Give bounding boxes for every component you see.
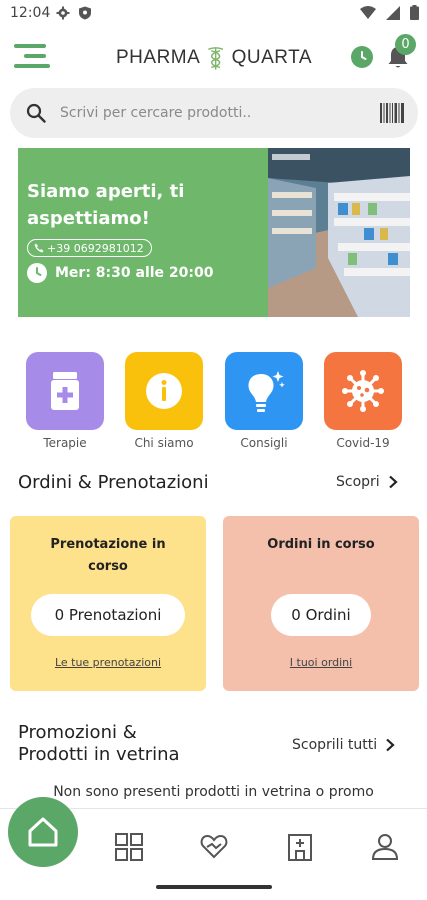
orders-card-title: Ordini in corso xyxy=(267,537,375,552)
home-icon xyxy=(28,817,58,847)
promo-title-line1: Promozioni & xyxy=(18,722,137,743)
search-icon[interactable] xyxy=(26,103,46,123)
category-label: Consigli xyxy=(240,436,288,450)
phone-icon xyxy=(34,243,44,253)
brand-name-right: QUARTA xyxy=(231,47,312,68)
category-label: Terapie xyxy=(43,436,87,450)
category-chi-siamo[interactable]: Chi siamo xyxy=(124,352,204,450)
category-covid[interactable]: Covid-19 xyxy=(323,352,403,450)
bookings-count[interactable]: 0 Prenotazioni xyxy=(31,594,185,636)
grid-icon[interactable] xyxy=(114,832,144,862)
info-icon xyxy=(146,373,182,409)
chevron-right-icon xyxy=(386,738,395,752)
brand-logo: PHARMA QUARTA xyxy=(116,40,312,76)
shield-icon xyxy=(79,6,91,20)
category-tile[interactable] xyxy=(225,352,303,430)
status-time: 12:04 xyxy=(10,5,51,21)
medicine-bottle-icon xyxy=(51,372,79,410)
category-label: Chi siamo xyxy=(134,436,194,450)
clock-icon xyxy=(361,51,367,60)
opening-hours: Mer: 8:30 alle 20:00 xyxy=(27,263,213,283)
caduceus-logo-icon xyxy=(208,47,224,70)
category-label: Covid-19 xyxy=(336,436,390,450)
bookings-card-title: Prenotazione in corso xyxy=(50,537,166,574)
wifi-icon xyxy=(360,5,376,19)
clock-icon xyxy=(27,263,47,283)
heart-hand-icon[interactable] xyxy=(199,832,229,862)
battery-icon xyxy=(410,5,419,20)
system-icons xyxy=(360,5,419,20)
opening-hours-button[interactable] xyxy=(351,46,373,68)
orders-link[interactable]: I tuoi ordini xyxy=(223,656,419,669)
opening-hours-text: Mer: 8:30 alle 20:00 xyxy=(55,265,214,281)
virus-icon xyxy=(342,370,384,412)
app-header: PHARMA QUARTA 0 xyxy=(0,32,427,82)
status-bar: 12:04 xyxy=(0,0,427,28)
search-input[interactable] xyxy=(60,100,360,126)
gesture-bar xyxy=(156,885,272,889)
banner-title: Siamo aperti, ti aspettiamo! xyxy=(27,181,185,229)
category-tile[interactable] xyxy=(26,352,104,430)
bookings-card[interactable]: Prenotazione in corso 0 Prenotazioni Le … xyxy=(10,516,206,691)
category-shortcuts: Terapie Chi siamo Consigli Covid-19 xyxy=(0,352,427,452)
orders-section-title: Ordini & Prenotazioni xyxy=(18,472,209,493)
brand-name-left: PHARMA xyxy=(116,47,201,68)
building-icon[interactable] xyxy=(285,832,315,862)
lightbulb-icon xyxy=(248,371,285,412)
orders-discover-label: Scopri xyxy=(336,474,380,490)
category-consigli[interactable]: Consigli xyxy=(224,352,304,450)
phone-chip[interactable]: +39 0692981012 xyxy=(27,239,152,257)
category-terapie[interactable]: Terapie xyxy=(25,352,105,450)
phone-number: +39 0692981012 xyxy=(47,241,144,255)
promo-section-title: Promozioni & Prodotti in vetrina xyxy=(18,722,180,766)
promo-discover-label: Scoprili tutti xyxy=(292,737,378,753)
barcode-scan-icon[interactable] xyxy=(380,103,404,123)
chevron-right-icon xyxy=(388,475,398,489)
store-info-banner[interactable]: Siamo aperti, ti aspettiamo! +39 0692981… xyxy=(18,148,410,317)
orders-count[interactable]: 0 Ordini xyxy=(271,594,371,636)
settings-icon xyxy=(56,6,70,20)
user-icon[interactable] xyxy=(370,832,400,862)
nav-home-button[interactable] xyxy=(8,797,78,867)
promo-title-line2: Prodotti in vetrina xyxy=(18,744,180,765)
search-bar xyxy=(10,88,418,138)
signal-icon xyxy=(386,5,400,20)
pharmacy-interior-photo xyxy=(268,148,410,317)
category-tile[interactable] xyxy=(324,352,402,430)
category-tile[interactable] xyxy=(125,352,203,430)
orders-card[interactable]: Ordini in corso 0 Ordini I tuoi ordini xyxy=(223,516,419,691)
bookings-link[interactable]: Le tue prenotazioni xyxy=(10,656,206,669)
promo-discover-link[interactable]: Scoprili tutti xyxy=(292,737,395,753)
menu-button[interactable] xyxy=(14,44,50,68)
notification-badge: 0 xyxy=(395,34,416,55)
orders-discover-link[interactable]: Scopri xyxy=(336,474,398,490)
